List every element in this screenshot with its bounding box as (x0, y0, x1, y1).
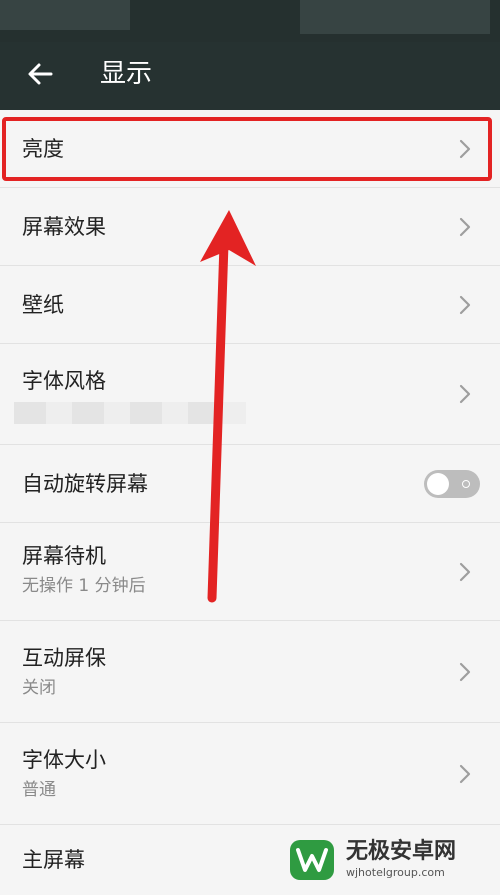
settings-item-screen-timeout[interactable]: 屏幕待机 无操作 1 分钟后 (0, 523, 500, 621)
blurred-status-right (300, 0, 490, 34)
settings-item-title: 屏幕待机 (22, 544, 106, 568)
settings-item-title: 壁纸 (22, 293, 64, 317)
settings-item-title: 屏幕效果 (22, 215, 106, 239)
settings-item-font-style[interactable]: 字体风格 (0, 344, 500, 445)
chevron-right-icon (459, 662, 471, 682)
settings-item-title: 互动屏保 (22, 646, 106, 670)
watermark-name: 无极安卓网 (346, 839, 457, 864)
settings-item-auto-rotate[interactable]: 自动旋转屏幕 (0, 445, 500, 523)
logo-mark-icon (290, 840, 334, 880)
settings-item-value: 普通 (22, 780, 56, 800)
toggle-off-icon (462, 480, 470, 488)
settings-item-value: 无操作 1 分钟后 (22, 576, 146, 596)
toggle-knob (427, 473, 449, 495)
settings-item-value: 关闭 (22, 678, 56, 698)
settings-item-title: 字体风格 (22, 369, 106, 393)
settings-item-wallpaper[interactable]: 壁纸 (0, 266, 500, 344)
settings-item-interactive-screensaver[interactable]: 互动屏保 关闭 (0, 621, 500, 723)
app-bar: 显示 (0, 42, 500, 110)
arrow-left-icon (28, 63, 53, 85)
blurred-status-left (0, 0, 130, 30)
chevron-right-icon (459, 384, 471, 404)
settings-item-brightness[interactable]: 亮度 (0, 110, 500, 188)
settings-item-title: 亮度 (22, 137, 64, 161)
settings-item-screen-effect[interactable]: 屏幕效果 (0, 188, 500, 266)
blurred-subtitle (14, 402, 246, 424)
auto-rotate-toggle[interactable] (424, 470, 480, 498)
chevron-right-icon (459, 764, 471, 784)
watermark-url: wjhotelgroup.com (346, 866, 445, 879)
status-bar (0, 0, 500, 42)
chevron-right-icon (459, 295, 471, 315)
settings-item-title: 字体大小 (22, 748, 106, 772)
chevron-right-icon (459, 562, 471, 582)
back-button[interactable] (18, 52, 62, 96)
settings-item-title: 主屏幕 (22, 848, 85, 872)
chevron-right-icon (459, 217, 471, 237)
watermark-logo: 无极安卓网 wjhotelgroup.com (290, 838, 490, 884)
page-title: 显示 (100, 59, 153, 89)
settings-item-title: 自动旋转屏幕 (22, 472, 148, 496)
settings-item-font-size[interactable]: 字体大小 普通 (0, 723, 500, 825)
chevron-right-icon (459, 139, 471, 159)
